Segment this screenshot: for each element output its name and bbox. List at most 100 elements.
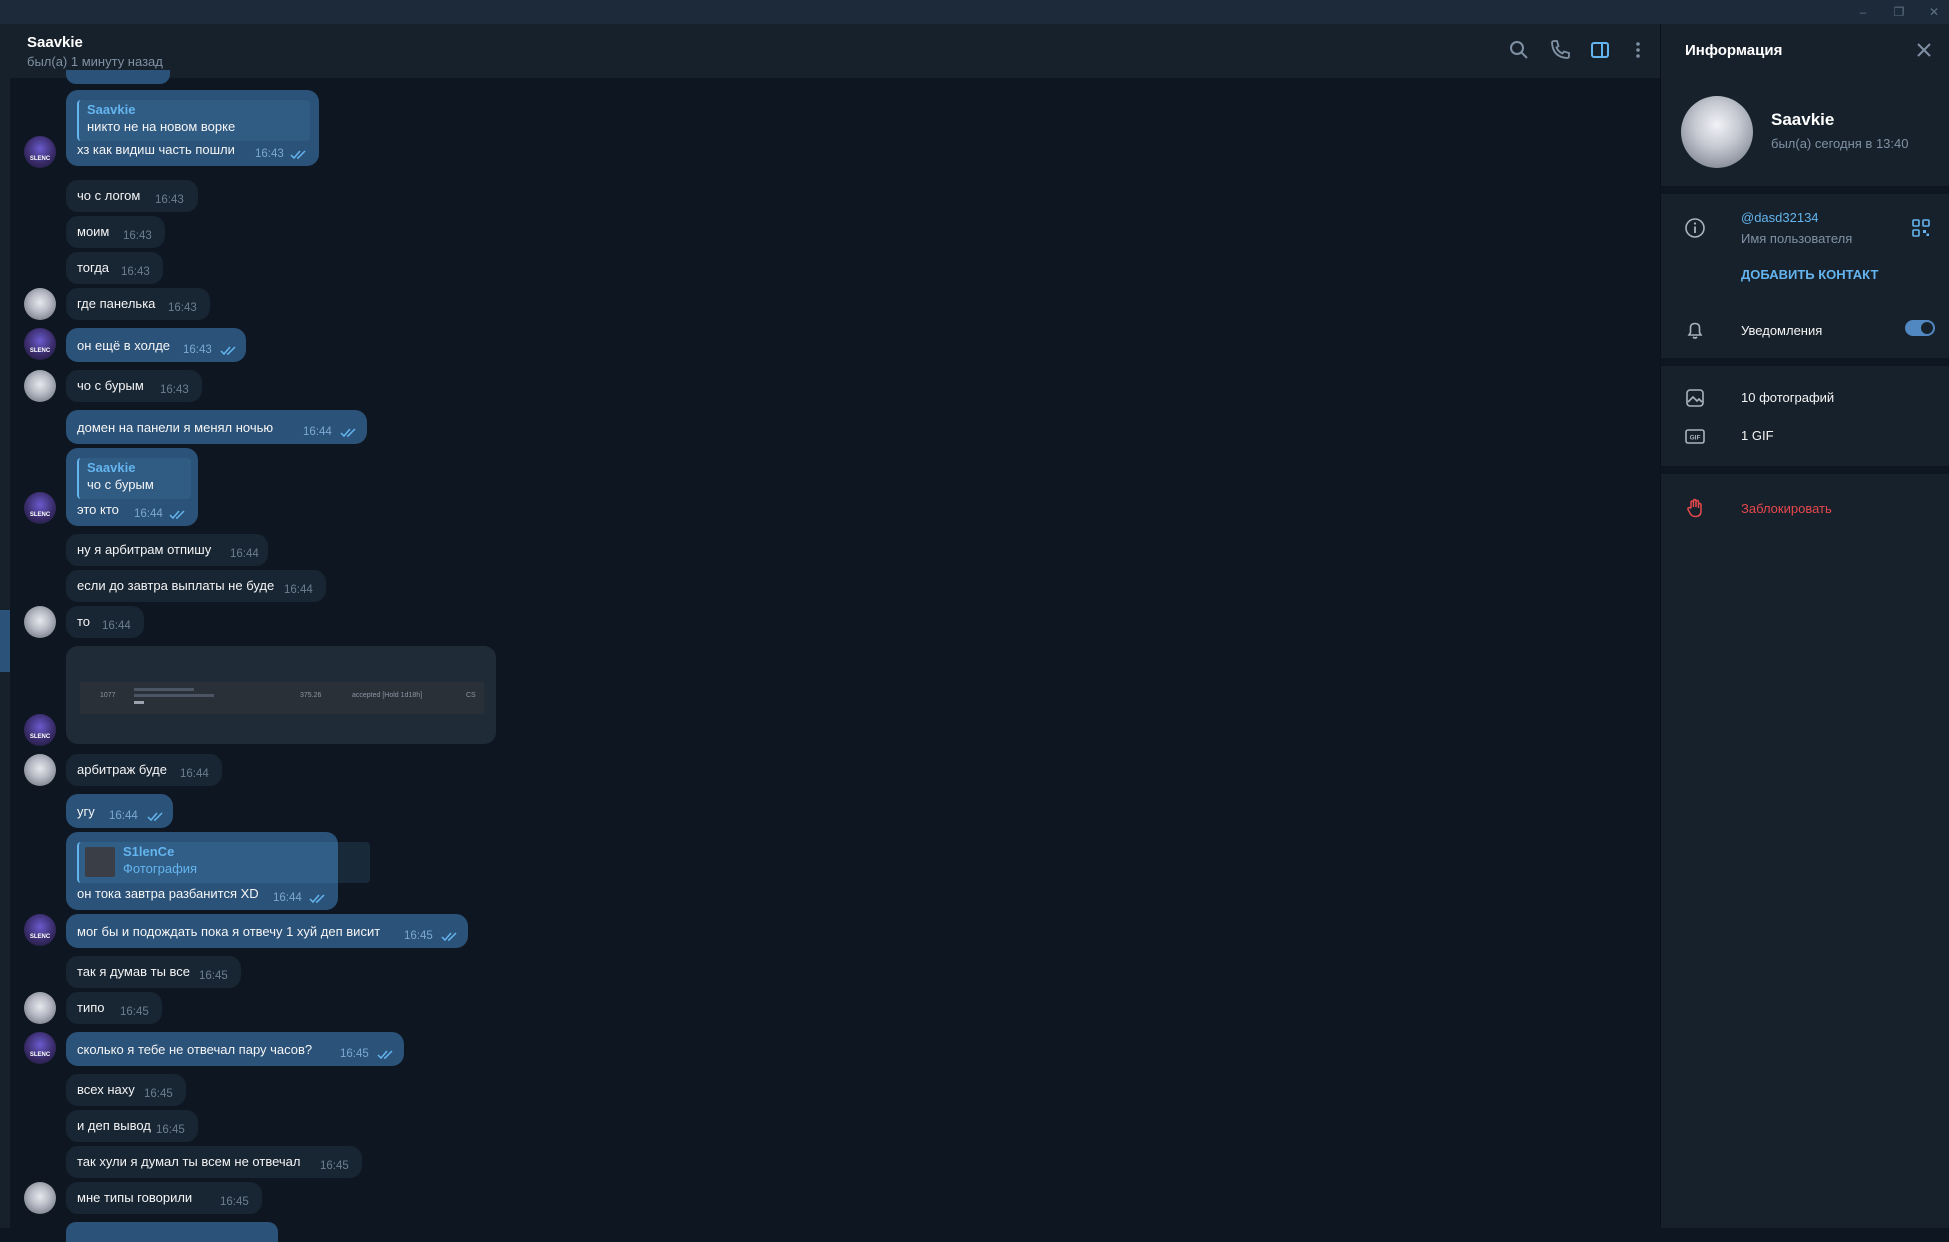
- message-bubble[interactable]: арбитраж буде 16:44: [66, 754, 222, 786]
- message-text: ну я арбитрам отпишу: [77, 542, 212, 557]
- avatar[interactable]: [24, 288, 56, 320]
- block-hand-icon: [1687, 498, 1702, 518]
- username-link[interactable]: @dasd32134: [1741, 210, 1819, 225]
- close-icon[interactable]: [1912, 38, 1936, 62]
- double-check-icon: [220, 346, 236, 356]
- message-bubble[interactable]: моим 16:43: [66, 216, 165, 248]
- message-time: 16:43: [155, 194, 184, 206]
- message-bubble[interactable]: тогда 16:43: [66, 252, 163, 284]
- message-time: 16:43: [123, 230, 152, 242]
- image-row-amount: 375.26: [300, 692, 322, 699]
- message-text: мог бы и подождать пока я отвечу 1 хуй д…: [77, 924, 381, 939]
- double-check-icon: [147, 812, 163, 822]
- message-bubble[interactable]: так я думав ты все 16:45: [66, 956, 241, 988]
- phone-icon[interactable]: [1548, 38, 1572, 62]
- message-bubble[interactable]: сколько я тебе не отвечал пару часов? 16…: [66, 1032, 404, 1066]
- message-bubble[interactable]: и деп вывод 16:45: [66, 1110, 198, 1142]
- avatar[interactable]: SLENC: [24, 136, 56, 168]
- toggle-knob: [1921, 322, 1933, 334]
- message-time: 16:43: [183, 344, 212, 356]
- reply-author: Saavkie: [87, 460, 136, 475]
- reply-text: Фотография: [123, 861, 198, 876]
- message-bubble[interactable]: где панелька 16:43: [66, 288, 210, 320]
- message-bubble[interactable]: ну я арбитрам отпишу 16:44: [66, 534, 268, 566]
- message-bubble[interactable]: он ещё в холде 16:43: [66, 328, 246, 362]
- gif-icon: GIF: [1685, 429, 1705, 444]
- screenshot-image[interactable]: 1077 375.26 accepted [Hold 1d18h] CS: [80, 682, 484, 714]
- profile-avatar[interactable]: [1681, 96, 1753, 168]
- divider: [1661, 466, 1949, 474]
- avatar[interactable]: [24, 606, 56, 638]
- message-text: мне типы говорили: [77, 1190, 193, 1205]
- image-row-flag: CS: [466, 692, 476, 699]
- message-bubble[interactable]: чо с бурым 16:43: [66, 370, 202, 402]
- gifs-link[interactable]: 1 GIF: [1741, 428, 1774, 443]
- message-bubble[interactable]: домен на панели я менял ночью 16:44: [66, 410, 367, 444]
- message-text: сколько я тебе не отвечал пару часов?: [77, 1042, 313, 1057]
- message-bubble[interactable]: мог бы и подождать пока я отвечу 1 хуй д…: [66, 914, 468, 948]
- qr-code-icon[interactable]: [1911, 218, 1931, 238]
- message-bubble[interactable]: чо с логом 16:43: [66, 180, 198, 212]
- message-list[interactable]: Saavkie никто не на новом ворке хз как в…: [10, 70, 1660, 1242]
- avatar[interactable]: [24, 992, 56, 1024]
- double-check-icon: [169, 510, 185, 520]
- more-vertical-icon[interactable]: [1626, 38, 1650, 62]
- double-check-icon: [309, 894, 325, 904]
- avatar[interactable]: [24, 370, 56, 402]
- reply-quote[interactable]: Saavkie чо с бурым: [77, 458, 191, 499]
- message-bubble[interactable]: S1lenCe Фотография он тока завтра разбан…: [66, 832, 370, 910]
- message-bubble[interactable]: если до завтра выплаты не буде 16:44: [66, 570, 326, 602]
- image-message[interactable]: 1077 375.26 accepted [Hold 1d18h] CS: [66, 646, 496, 744]
- add-contact-button[interactable]: ДОБАВИТЬ КОНТАКТ: [1741, 267, 1878, 282]
- message-time: 16:45: [404, 930, 433, 942]
- notifications-toggle[interactable]: [1905, 320, 1935, 336]
- message-time: 16:44: [303, 426, 332, 438]
- message-bubble[interactable]: Saavkie чо с бурым это кто 16:44: [66, 448, 198, 526]
- message-text: домен на панели я менял ночью: [77, 420, 274, 435]
- svg-text:GIF: GIF: [1690, 435, 1701, 442]
- message-bubble[interactable]: угу 16:44: [66, 794, 173, 828]
- block-button[interactable]: Заблокировать: [1741, 501, 1832, 516]
- message-time: 16:44: [109, 810, 138, 822]
- left-edge-strip: [0, 24, 10, 1228]
- message-text: хз как видиш часть пошли: [77, 142, 235, 157]
- message-bubble[interactable]: то 16:44: [66, 606, 144, 638]
- reply-quote[interactable]: Saavkie никто не на новом ворке: [77, 100, 310, 141]
- chat-header[interactable]: Saavkie был(а) 1 минуту назад: [10, 24, 1660, 78]
- sidebar-toggle-icon[interactable]: [1588, 38, 1612, 62]
- profile-name: Saavkie: [1771, 110, 1835, 129]
- reply-author: Saavkie: [87, 102, 136, 117]
- avatar[interactable]: SLENC: [24, 328, 56, 360]
- minimize-button[interactable]: –: [1850, 3, 1876, 21]
- reply-text: чо с бурым: [87, 477, 154, 492]
- active-indicator: [0, 610, 10, 672]
- avatar[interactable]: SLENC: [24, 492, 56, 524]
- reply-quote[interactable]: S1lenCe Фотография: [77, 842, 370, 883]
- photos-link[interactable]: 10 фотографий: [1741, 390, 1834, 405]
- message-time: 16:44: [284, 584, 313, 596]
- avatar[interactable]: SLENC: [24, 714, 56, 746]
- message-text: чо с бурым: [77, 378, 144, 393]
- avatar[interactable]: SLENC: [24, 914, 56, 946]
- double-check-icon: [340, 428, 356, 438]
- window-close-button[interactable]: ✕: [1921, 3, 1947, 21]
- image-row-text-line: [134, 701, 144, 704]
- double-check-icon: [377, 1050, 393, 1060]
- message-time: 16:43: [121, 266, 150, 278]
- avatar[interactable]: SLENC: [24, 1032, 56, 1064]
- message-bubble[interactable]: так хули я думал ты всем не отвечал 16:4…: [66, 1146, 362, 1178]
- message-time: 16:44: [134, 508, 163, 520]
- double-check-icon: [290, 150, 306, 160]
- chat-title[interactable]: Saavkie: [27, 34, 83, 51]
- avatar[interactable]: [24, 754, 56, 786]
- message-bubble[interactable]: всех наху 16:45: [66, 1074, 186, 1106]
- avatar[interactable]: [24, 1182, 56, 1214]
- search-icon[interactable]: [1507, 38, 1531, 62]
- message-bubble[interactable]: мне типы говорили 16:45: [66, 1182, 262, 1214]
- image-row-status: accepted [Hold 1d18h]: [352, 692, 423, 699]
- restore-button[interactable]: ❐: [1886, 3, 1912, 21]
- message-text: так хули я думал ты всем не отвечал: [77, 1154, 301, 1169]
- message-time: 16:45: [220, 1196, 249, 1208]
- message-bubble[interactable]: Saavkie никто не на новом ворке хз как в…: [66, 90, 319, 166]
- message-bubble[interactable]: типо 16:45: [66, 992, 162, 1024]
